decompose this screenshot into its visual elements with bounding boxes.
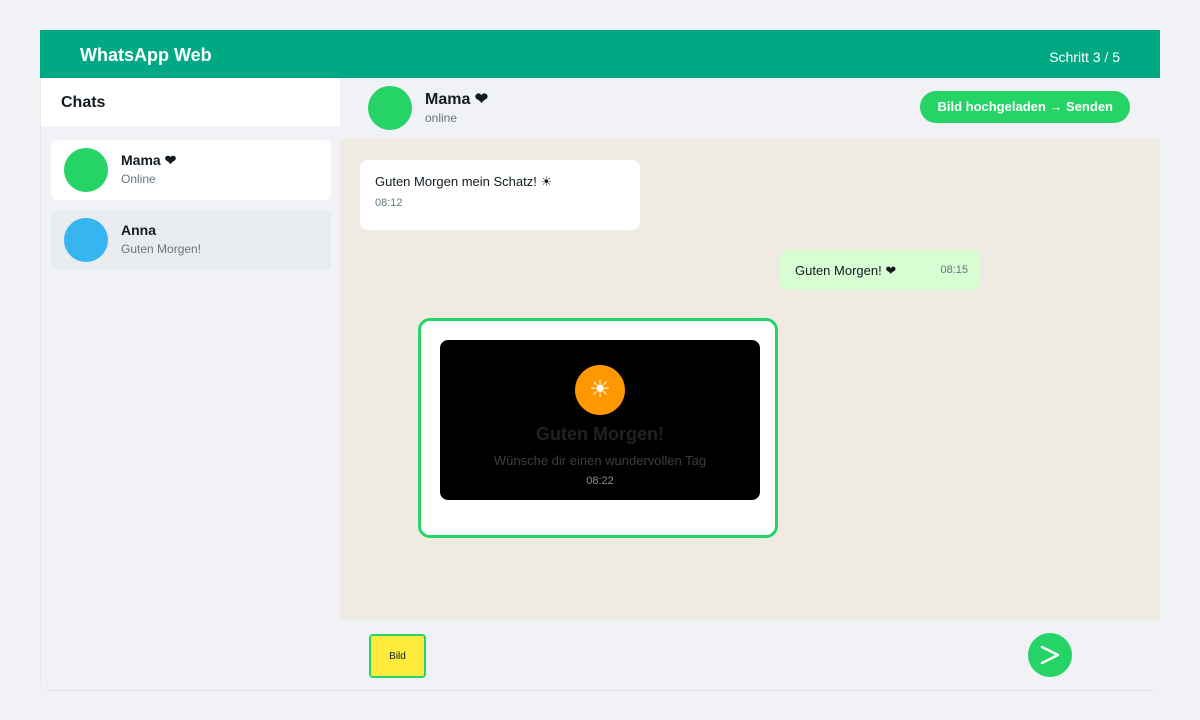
chat-item-name: Mama ❤ — [121, 152, 177, 168]
chat-item-mama[interactable]: Mama ❤ Online — [51, 140, 331, 200]
app-title: WhatsApp Web — [80, 45, 212, 65]
incoming-message: Guten Morgen mein Schatz! ☀ 08:12 — [360, 160, 640, 230]
contact-name: Mama ❤ — [425, 91, 489, 108]
step-indicator: Schritt 3 / 5 — [1049, 49, 1120, 65]
divider — [46, 690, 1154, 691]
message-area: Guten Morgen mein Schatz! ☀ 08:12 Guten … — [340, 138, 1160, 620]
image-uploaded-send-button[interactable]: Bild hochgeladen → Senden — [920, 91, 1130, 123]
avatar — [64, 218, 108, 262]
image-headline: Guten Morgen! — [536, 424, 664, 444]
sidebar-title: Chats — [61, 94, 106, 111]
top-bar: WhatsApp Web Schritt 3 / 5 — [40, 30, 1160, 78]
sidebar-header: Chats — [41, 78, 341, 126]
message-text: Guten Morgen mein Schatz! ☀ — [375, 174, 553, 189]
chat-sidebar: Chats Mama ❤ Online Anna Guten Morgen! — [40, 78, 341, 684]
whatsapp-window: WhatsApp Web Schritt 3 / 5 Chats Mama ❤ … — [40, 30, 1160, 684]
avatar — [64, 148, 108, 192]
send-button[interactable] — [1028, 633, 1072, 677]
message-time: 08:15 — [940, 264, 968, 276]
send-icon — [1040, 645, 1060, 665]
attach-image-button[interactable]: Bild — [369, 634, 426, 678]
image-subline: Wünsche dir einen wundervollen Tag — [493, 453, 707, 468]
contact-avatar[interactable] — [368, 86, 412, 130]
chat-header: Mama ❤ online Bild hochgeladen → Senden — [340, 78, 1160, 138]
chat-item-anna[interactable]: Anna Guten Morgen! — [51, 210, 331, 270]
composer-bar: Bild — [340, 620, 1160, 684]
chat-item-preview: Guten Morgen! — [121, 242, 202, 256]
chat-item-status: Online — [121, 172, 156, 186]
message-time: 08:12 — [375, 197, 403, 209]
chat-panel: Mama ❤ online Bild hochgeladen → Senden … — [340, 78, 1160, 684]
sun-icon: ☀ — [575, 365, 625, 415]
chat-item-name: Anna — [121, 222, 156, 238]
image-preview: ☀ Guten Morgen! Wünsche dir einen wunder… — [440, 340, 760, 500]
contact-status: online — [425, 111, 458, 125]
image-time: 08:22 — [586, 475, 614, 487]
message-text: Guten Morgen! ❤ — [795, 263, 897, 278]
image-preview-card[interactable]: ☀ Guten Morgen! Wünsche dir einen wunder… — [418, 318, 778, 538]
outgoing-message: Guten Morgen! ❤ 08:15 — [780, 250, 980, 290]
